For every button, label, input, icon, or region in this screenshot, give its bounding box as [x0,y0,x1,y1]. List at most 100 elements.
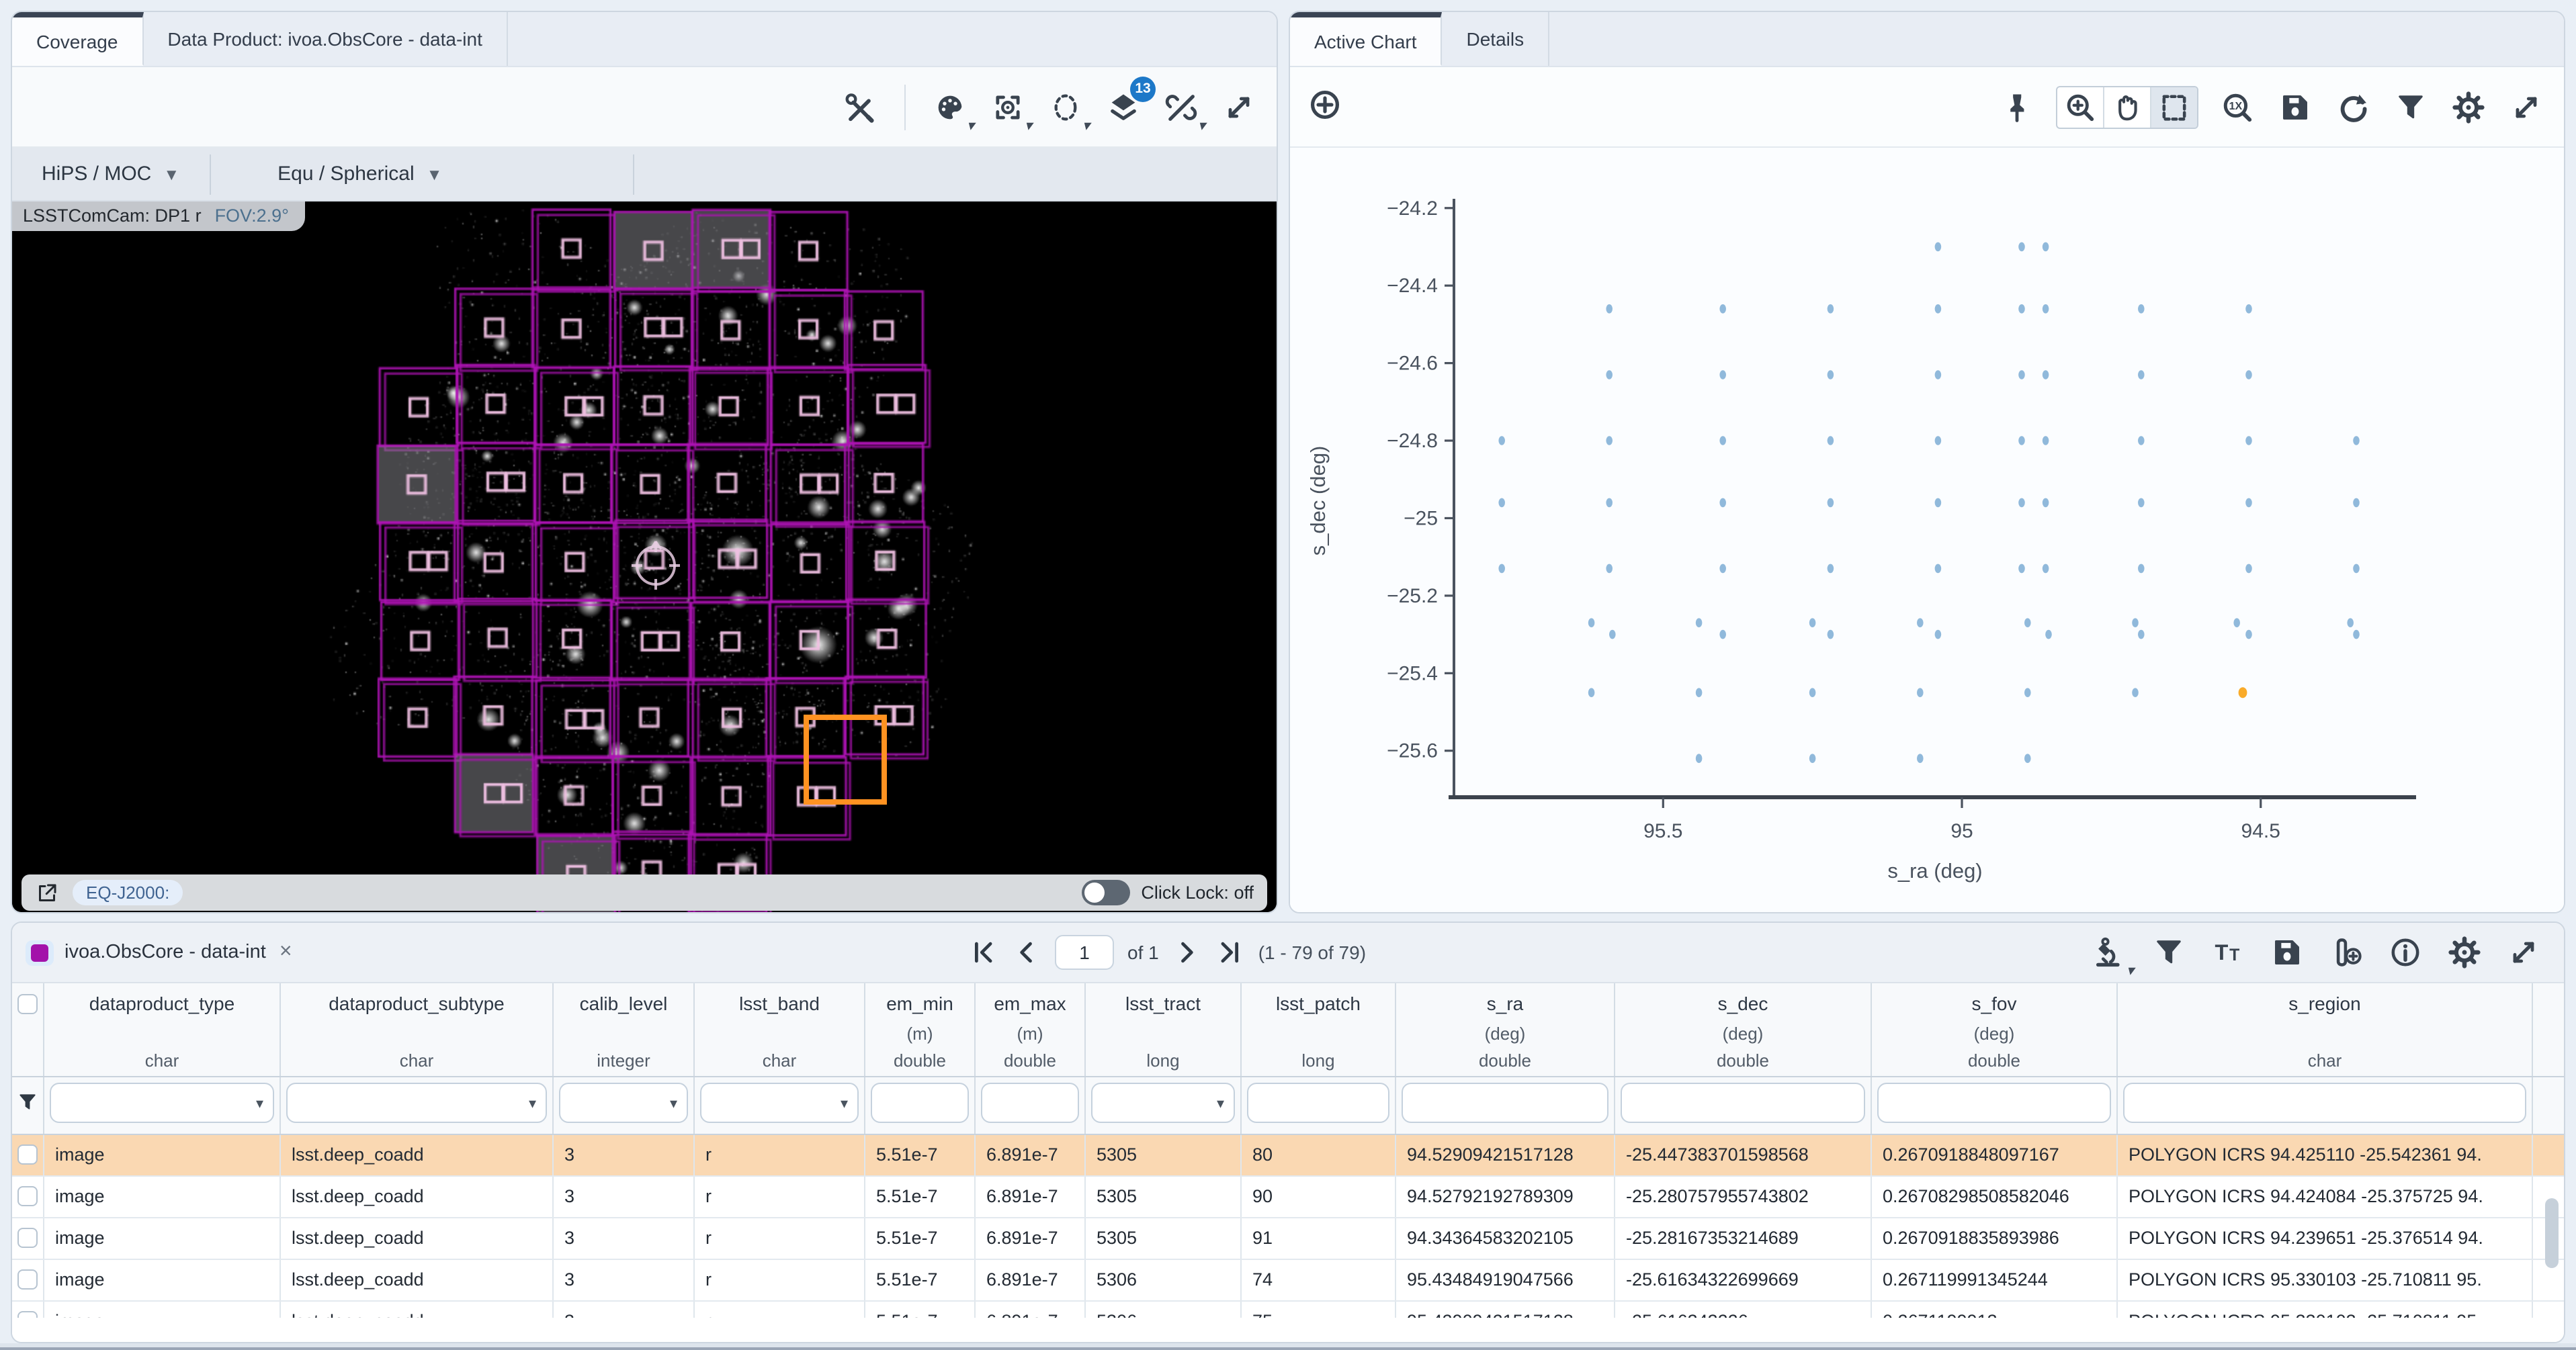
filter-input-s-region[interactable] [2123,1083,2526,1123]
column-header-calib-level[interactable]: calib_levelinteger [554,983,695,1076]
column-header-lsst-tract[interactable]: lsst_tractlong [1086,983,1242,1076]
scatter-chart[interactable]: −24.2−24.4−24.6−24.8−25−25.2−25.4−25.695… [1290,148,2564,913]
row-checkbox[interactable] [17,1228,38,1248]
column-header-dataproduct-type[interactable]: dataproduct_typechar [44,983,281,1076]
cell-lsst-band: r [695,1135,865,1175]
projection-dropdown[interactable]: Equ / Spherical ▼ [248,163,472,185]
expand-chart-button[interactable] [2507,88,2545,126]
chart-tab-details[interactable]: Details [1443,12,1550,66]
row-checkbox[interactable] [17,1269,38,1290]
recenter-button[interactable]: ▾ [989,88,1027,126]
filter-chart-button[interactable] [2392,88,2430,126]
save-chart-button[interactable] [2276,88,2314,126]
prev-page-button[interactable] [1012,938,1041,967]
table-row[interactable]: imagelsst.deep_coadd3r5.51e-76.891e-7530… [12,1260,2564,1302]
layers-button[interactable]: 13 [1105,88,1142,126]
filter-input-lsst-patch[interactable] [1247,1083,1389,1123]
table-row[interactable]: imagelsst.deep_coadd3r5.51e-76.891e-7530… [12,1218,2564,1260]
column-header-lsst-patch[interactable]: lsst_patchlong [1242,983,1396,1076]
table-row[interactable]: imagelsst.deep_coadd3r5.51e-76.891e-7530… [12,1177,2564,1218]
chart-settings-button[interactable] [2450,88,2487,126]
cell-lsst-patch: 91 [1242,1218,1396,1259]
filter-input-s-fov[interactable] [1877,1083,2111,1123]
filter-input-lsst-tract[interactable]: ▾ [1091,1083,1235,1123]
table-filter-button[interactable] [2150,934,2188,971]
filter-input-em-max[interactable] [981,1083,1079,1123]
chart-tab-active-chart[interactable]: Active Chart [1290,12,1443,66]
tools-button[interactable] [841,88,879,126]
cell-em-min: 5.51e-7 [865,1177,976,1217]
sky-viewer[interactable]: LSSTComCam: DP1 r FOV:2.9° EQ-J2000: Cli… [12,201,1277,913]
palette-icon [933,89,968,124]
zoom-original-button[interactable]: 1X [2219,88,2256,126]
open-new-window-icon[interactable] [35,881,59,905]
column-header-s-dec[interactable]: s_dec(deg)double [1615,983,1872,1076]
filter-input-em-min[interactable] [871,1083,969,1123]
filter-input-lsst-band[interactable]: ▾ [700,1083,859,1123]
click-lock-toggle[interactable] [1082,880,1130,905]
column-type: char [145,1049,179,1076]
filter-input-calib-level[interactable]: ▾ [559,1083,688,1123]
dropdown-caret-icon: ▾ [529,1095,536,1112]
column-header-s-ra[interactable]: s_ra(deg)double [1396,983,1615,1076]
coverage-tab-coverage[interactable]: Coverage [12,12,143,66]
first-page-button[interactable] [969,938,998,967]
row-checkbox[interactable] [17,1186,38,1206]
restore-chart-button[interactable] [2334,88,2372,126]
last-page-button[interactable] [1215,938,1245,967]
select-mode-button[interactable] [2151,87,2197,127]
color-settings-button[interactable]: ▾ [931,88,969,126]
next-page-button[interactable] [1172,938,1202,967]
table-settings-button[interactable] [2446,934,2483,971]
column-header-em-min[interactable]: em_min(m)double [865,983,976,1076]
cell-calib-level: 3 [554,1177,695,1217]
filter-input-dataproduct-subtype[interactable]: ▾ [286,1083,547,1123]
cell-dataproduct-subtype: lsst.deep_coadd [281,1260,554,1300]
expand-button[interactable] [1220,88,1258,126]
table-options-button[interactable]: ▾ [2091,934,2129,971]
table-vertical-scrollbar[interactable] [2545,1196,2560,1343]
table-expand-button[interactable] [2505,934,2542,971]
pan-mode-button[interactable] [2104,87,2151,127]
zoom-mode-button[interactable] [2057,87,2104,127]
close-table-icon[interactable]: × [280,940,292,964]
row-checkbox[interactable] [17,1144,38,1165]
svg-text:−24.4: −24.4 [1387,275,1438,297]
pin-chart-button[interactable] [1998,88,2036,126]
column-unit: (deg) [1723,1022,1764,1049]
row-checkbox[interactable] [17,1311,38,1318]
coverage-tab-data-product-ivoa-obscore-data-int[interactable]: Data Product: ivoa.ObsCore - data-int [143,12,507,66]
cell-dataproduct-subtype: lsst.deep_coadd [281,1177,554,1217]
page-number-input[interactable] [1055,935,1114,970]
filter-input-s-ra[interactable] [1402,1083,1608,1123]
column-header-lsst-band[interactable]: lsst_bandchar [695,983,865,1076]
column-header-dataproduct-subtype[interactable]: dataproduct_subtypechar [281,983,554,1076]
table-row[interactable]: imagelsst.deep_coadd3r5.51e-76.891e-7530… [12,1135,2564,1177]
cell-em-min: 5.51e-7 [865,1260,976,1300]
filter-input-s-dec[interactable] [1621,1083,1865,1123]
add-chart-button[interactable] [1306,85,1344,123]
column-header-em-max[interactable]: em_max(m)double [976,983,1086,1076]
column-header-s-region[interactable]: s_regionchar [2118,983,2533,1076]
cell-s-ra: 95.42909421517128 [1396,1302,1615,1318]
svg-text:s_ra (deg): s_ra (deg) [1887,859,1982,883]
table-save-button[interactable] [2268,934,2306,971]
svg-text:T: T [2215,940,2229,964]
region-select-button[interactable]: ▾ [1047,88,1084,126]
column-header-s-fov[interactable]: s_fov(deg)double [1872,983,2118,1076]
unlink-views-button[interactable]: ▾ [1162,88,1200,126]
dropdown-caret-icon: ▾ [841,1095,848,1112]
window-bottom-scrollbar[interactable] [0,1343,2576,1350]
table-text-view-button[interactable]: TT [2209,934,2247,971]
hips-moc-dropdown[interactable]: HiPS / MOC ▼ [12,163,209,185]
filter-all-icon[interactable] [16,1091,39,1120]
pin-icon [2000,89,2034,124]
cell-s-dec: -25.61634322699669 [1615,1260,1872,1300]
filter-input-dataproduct-type[interactable]: ▾ [50,1083,274,1123]
table-info-button[interactable] [2387,934,2424,971]
select-all-checkbox[interactable] [17,994,38,1014]
table-tab[interactable]: ivoa.ObsCore - data-int × [26,940,292,965]
table-row[interactable]: imagelsst.deep_coadd3r5.51e-76.891e-7530… [12,1302,2564,1318]
add-column-button[interactable] [2327,934,2365,971]
selected-footprint-highlight[interactable] [804,715,887,805]
